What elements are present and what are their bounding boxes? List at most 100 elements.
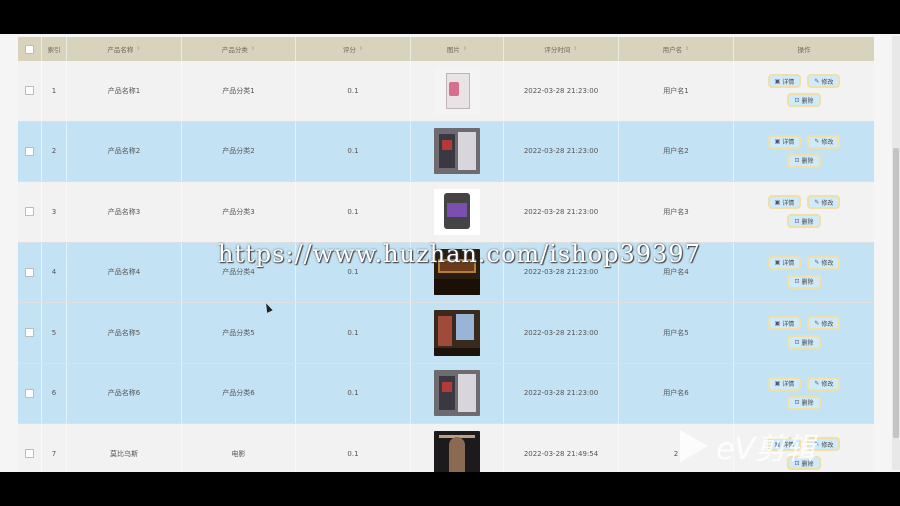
row-check-cell	[18, 363, 42, 423]
detail-icon: ▣	[774, 380, 781, 388]
row-ops: ▣ 详情 ✎ 修改 ⊡ 删除	[734, 61, 874, 121]
delete-button[interactable]: ⊡ 删除	[787, 93, 821, 108]
row-user: 用户名5	[619, 303, 734, 363]
row-index: 5	[42, 303, 67, 363]
select-all-checkbox[interactable]	[25, 44, 34, 54]
delete-button[interactable]: ⊡ 删除	[787, 335, 821, 350]
product-image	[434, 67, 480, 114]
detail-button[interactable]: ▣ 详情	[767, 316, 802, 331]
edit-icon: ✎	[814, 380, 820, 388]
table-row: 6 产品名称6 产品分类6 0.1 2022-03-28 21:23:00 用户…	[18, 363, 874, 424]
header-score[interactable]: 评分 ⇕	[296, 37, 411, 61]
delete-button[interactable]: ⊡ 删除	[787, 274, 821, 289]
row-score: 0.1	[296, 121, 411, 181]
edit-icon: ✎	[814, 259, 820, 267]
row-time: 2022-03-28 21:23:00	[504, 121, 619, 181]
table-row: 1 产品名称1 产品分类1 0.1 2022-03-28 21:23:00 用户…	[18, 61, 874, 122]
row-category: 产品分类2	[182, 121, 296, 181]
edit-button[interactable]: ✎ 修改	[807, 74, 841, 89]
row-checkbox[interactable]	[25, 267, 34, 277]
edit-button[interactable]: ✎ 修改	[807, 134, 841, 149]
delete-icon: ⊡	[794, 278, 800, 286]
product-image	[434, 309, 480, 356]
row-index: 4	[42, 242, 67, 302]
table-row: 2 产品名称2 产品分类2 0.1 2022-03-28 21:23:00 用户…	[18, 121, 874, 182]
row-checkbox[interactable]	[25, 328, 34, 338]
ev-logo-text: eV剪辑	[716, 432, 815, 467]
row-checkbox[interactable]	[25, 86, 34, 96]
row-time: 2022-03-28 21:23:00	[504, 363, 619, 423]
row-user: 用户名1	[619, 61, 734, 121]
detail-button[interactable]: ▣ 详情	[767, 134, 802, 149]
row-ops: ▣ 详情 ✎ 修改 ⊡ 删除	[734, 182, 874, 242]
row-index: 1	[42, 61, 67, 121]
header-image[interactable]: 图片 ⇕	[411, 37, 504, 61]
delete-icon: ⊡	[794, 338, 800, 346]
product-image	[434, 188, 480, 235]
row-category: 产品分类1	[182, 61, 296, 121]
ev-logo: eV剪辑	[680, 424, 815, 468]
row-checkbox[interactable]	[25, 449, 34, 459]
row-ops: ▣ 详情 ✎ 修改 ⊡ 删除	[734, 364, 874, 424]
row-image-cell	[411, 303, 504, 363]
edit-button[interactable]: ✎ 修改	[807, 376, 841, 391]
row-check-cell	[18, 61, 42, 121]
row-user: 用户名3	[619, 182, 734, 242]
row-name: 产品名称1	[67, 61, 182, 121]
delete-icon: ⊡	[794, 96, 800, 104]
edit-icon: ✎	[814, 198, 820, 206]
sort-icon[interactable]: ⇕	[251, 46, 255, 52]
row-index: 3	[42, 182, 67, 242]
row-checkbox[interactable]	[25, 207, 34, 217]
row-category: 电影	[182, 424, 296, 472]
delete-icon: ⊡	[794, 399, 800, 407]
sort-icon[interactable]: ⇕	[136, 46, 140, 52]
row-user: 用户名6	[619, 363, 734, 423]
detail-icon: ▣	[774, 77, 781, 85]
play-icon	[680, 430, 708, 462]
sort-icon[interactable]: ⇕	[359, 46, 363, 52]
product-image	[434, 370, 480, 417]
row-ops: ▣ 详情 ✎ 修改 ⊡ 删除	[734, 122, 874, 182]
sort-icon[interactable]: ⇕	[685, 46, 689, 52]
edit-button[interactable]: ✎ 修改	[807, 195, 841, 210]
row-name: 产品名称2	[67, 121, 182, 181]
row-category: 产品分类3	[182, 182, 296, 242]
row-name: 产品名称3	[67, 182, 182, 242]
edit-button[interactable]: ✎ 修改	[807, 316, 841, 331]
sort-icon[interactable]: ⇕	[463, 46, 467, 52]
row-image-cell	[411, 182, 504, 242]
row-user: 用户名2	[619, 121, 734, 181]
detail-button[interactable]: ▣ 详情	[767, 74, 802, 89]
detail-button[interactable]: ▣ 详情	[767, 376, 802, 391]
table-row: 5 产品名称5 产品分类5 0.1 2022-03-28 21:23:00 用户…	[18, 303, 874, 364]
row-checkbox[interactable]	[25, 146, 34, 156]
row-checkbox[interactable]	[25, 388, 34, 398]
header-user[interactable]: 用户名 ⇕	[619, 37, 734, 61]
header-name[interactable]: 产品名称 ⇕	[67, 37, 182, 61]
detail-icon: ▣	[774, 319, 781, 327]
detail-button[interactable]: ▣ 详情	[767, 255, 802, 270]
header-index[interactable]: 索引	[42, 37, 67, 61]
row-score: 0.1	[296, 303, 411, 363]
delete-button[interactable]: ⊡ 删除	[787, 153, 821, 168]
detail-button[interactable]: ▣ 详情	[767, 195, 802, 210]
header-category[interactable]: 产品分类 ⇕	[182, 37, 296, 61]
row-name: 莫比乌斯	[67, 424, 182, 472]
row-image-cell	[411, 61, 504, 121]
delete-button[interactable]: ⊡ 删除	[787, 395, 821, 410]
row-image-cell	[411, 363, 504, 423]
row-time: 2022-03-28 21:23:00	[504, 182, 619, 242]
header-ops: 操作	[797, 46, 811, 54]
delete-button[interactable]: ⊡ 删除	[787, 214, 821, 229]
header-time[interactable]: 评分时间 ⇕	[504, 37, 619, 61]
scrollbar-thumb[interactable]	[893, 148, 899, 438]
product-image	[434, 128, 480, 175]
sort-icon[interactable]: ⇕	[573, 46, 577, 52]
edit-button[interactable]: ✎ 修改	[807, 255, 841, 270]
edit-icon: ✎	[814, 440, 820, 448]
row-image-cell	[411, 121, 504, 181]
row-check-cell	[18, 121, 42, 181]
row-time: 2022-03-28 21:49:54	[504, 424, 619, 472]
detail-icon: ▣	[774, 198, 781, 206]
